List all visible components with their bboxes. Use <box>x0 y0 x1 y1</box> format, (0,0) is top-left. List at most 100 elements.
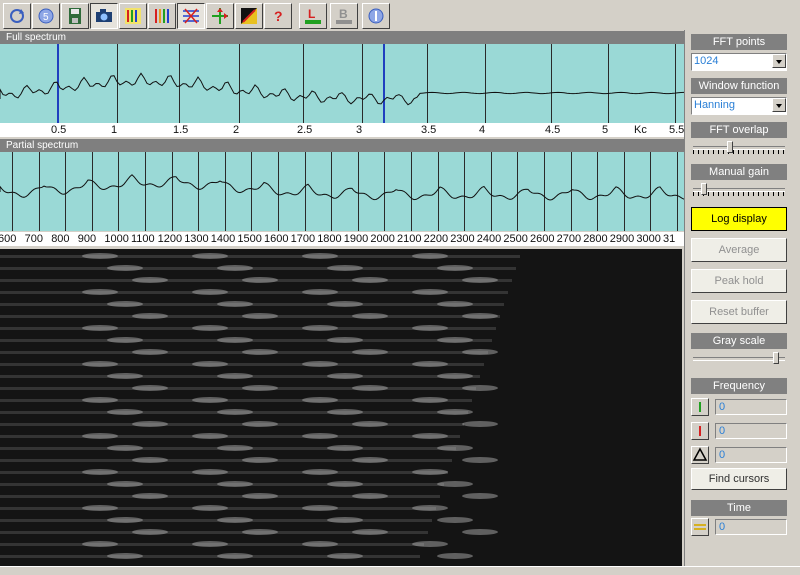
window-function-group: Window function Hanning <box>691 78 787 116</box>
refresh-button[interactable] <box>3 3 31 29</box>
camera-button[interactable] <box>90 3 118 29</box>
spectrogram-peak <box>82 289 118 295</box>
spectrogram-peak <box>192 325 228 331</box>
spectrogram-peak <box>327 445 363 451</box>
average-button[interactable]: Average <box>691 238 787 262</box>
spectrogram-peak <box>107 301 143 307</box>
full-spectrum-trace <box>0 44 684 123</box>
control-panel: FFT points 1024 Window function Hanning … <box>684 30 800 566</box>
partial-spectrum-plot[interactable] <box>0 152 684 231</box>
spectrogram-peak <box>327 301 363 307</box>
frequency-label: Frequency <box>691 378 787 394</box>
manual-gain-thumb[interactable] <box>701 183 708 195</box>
spectrogram-peak <box>327 517 363 523</box>
delta-value: 0 <box>715 447 787 463</box>
fft-overlap-thumb[interactable] <box>726 141 733 153</box>
partial-axis-tick: 1700 <box>290 233 316 245</box>
layer-l-button[interactable]: L <box>299 3 327 29</box>
spectrogram-peak <box>107 553 143 559</box>
spectrogram-band <box>0 399 472 402</box>
spectrum-bars-button[interactable] <box>148 3 176 29</box>
partial-axis-tick: 2200 <box>423 233 449 245</box>
spectrogram-peak <box>242 529 278 535</box>
grid-button[interactable] <box>177 3 205 29</box>
spectrogram-peak <box>412 289 448 295</box>
spectrogram-peak <box>412 325 448 331</box>
green-cursor-button[interactable] <box>691 398 709 416</box>
spectrogram-peak <box>352 313 388 319</box>
crosshair-button[interactable] <box>206 3 234 29</box>
partial-spectrum-line <box>0 174 684 201</box>
spectrogram-peak <box>462 421 498 427</box>
reset-buffer-button[interactable]: Reset buffer <box>691 300 787 324</box>
full-axis-tick: 0.5 <box>51 124 67 136</box>
spectrogram-peak <box>302 289 338 295</box>
spectrogram-peak <box>217 517 253 523</box>
gray-scale-group: Gray scale <box>691 333 787 369</box>
partial-axis-tick: 700 <box>24 233 43 245</box>
spectrogram-peak <box>107 481 143 487</box>
fft-overlap-slider[interactable] <box>691 141 787 155</box>
spectrogram-band <box>0 387 476 390</box>
svg-text:5: 5 <box>43 12 49 23</box>
spectrogram-peak <box>327 265 363 271</box>
spectrogram-peak <box>132 349 168 355</box>
sync-button[interactable]: 5 <box>32 3 60 29</box>
spectrogram-peak <box>327 373 363 379</box>
partial-axis-tick: 2900 <box>609 233 635 245</box>
full-axis-tick: 4 <box>479 124 486 136</box>
spectrogram-peak <box>327 553 363 559</box>
spectrogram-peak <box>242 421 278 427</box>
spectrogram-peak <box>302 433 338 439</box>
delta-button[interactable] <box>691 446 709 464</box>
gray-scale-thumb[interactable] <box>772 352 779 364</box>
help-button[interactable]: ? <box>264 3 292 29</box>
spectrogram-peak <box>242 277 278 283</box>
layer-b-button[interactable]: B <box>330 3 358 29</box>
spectrogram-peak <box>412 361 448 367</box>
spectrogram-peak <box>217 481 253 487</box>
peak-hold-button[interactable]: Peak hold <box>691 269 787 293</box>
spectrogram-peak <box>242 385 278 391</box>
find-cursors-button[interactable]: Find cursors <box>691 468 787 490</box>
log-display-button[interactable]: Log display <box>691 207 787 231</box>
help-icon: ? <box>274 8 283 24</box>
spectrogram-peak <box>192 433 228 439</box>
spectrogram-peak <box>412 433 448 439</box>
partial-spectrum-trace <box>0 174 684 201</box>
layer-l-icon: L <box>305 7 321 24</box>
window-function-select[interactable]: Hanning <box>691 97 787 115</box>
manual-gain-slider[interactable] <box>691 183 787 197</box>
full-axis-tick: 5.5 <box>669 124 685 136</box>
chevron-down-icon[interactable] <box>772 98 786 112</box>
spectrogram-band <box>0 363 484 366</box>
spectrogram-peak <box>412 253 448 259</box>
chevron-down-icon[interactable] <box>772 54 786 68</box>
partial-axis-tick: 3000 <box>636 233 661 245</box>
info-button[interactable] <box>362 3 390 29</box>
time-label: Time <box>691 500 787 516</box>
spectrogram-view[interactable] <box>0 249 682 566</box>
fft-points-select[interactable]: 1024 <box>691 53 787 71</box>
spectrogram-peak <box>462 493 498 499</box>
red-cursor-button[interactable] <box>691 422 709 440</box>
time-cursor-button[interactable] <box>691 518 709 536</box>
toolbar: 5 ? L B <box>0 0 800 30</box>
spectrogram-peak <box>242 349 278 355</box>
contrast-button[interactable] <box>235 3 263 29</box>
full-spectrum-plot[interactable] <box>0 44 684 123</box>
save-button[interactable] <box>61 3 89 29</box>
fft-overlap-group: FFT overlap <box>691 122 787 158</box>
frequency-group: Frequency <box>691 378 787 394</box>
full-axis-tick: 1 <box>111 124 118 136</box>
manual-gain-label: Manual gain <box>691 164 787 180</box>
color-bars-button[interactable] <box>119 3 147 29</box>
spectrogram-peak <box>107 337 143 343</box>
full-axis-tick: 3.5 <box>421 124 437 136</box>
gray-scale-slider[interactable] <box>691 352 787 366</box>
sync-5-icon: 5 <box>38 8 54 24</box>
layer-b-label: B <box>339 7 348 21</box>
spectrogram-peak <box>352 457 388 463</box>
partial-spectrum-title: Partial spectrum <box>0 139 684 152</box>
full-axis-tick: Kc <box>634 124 647 136</box>
